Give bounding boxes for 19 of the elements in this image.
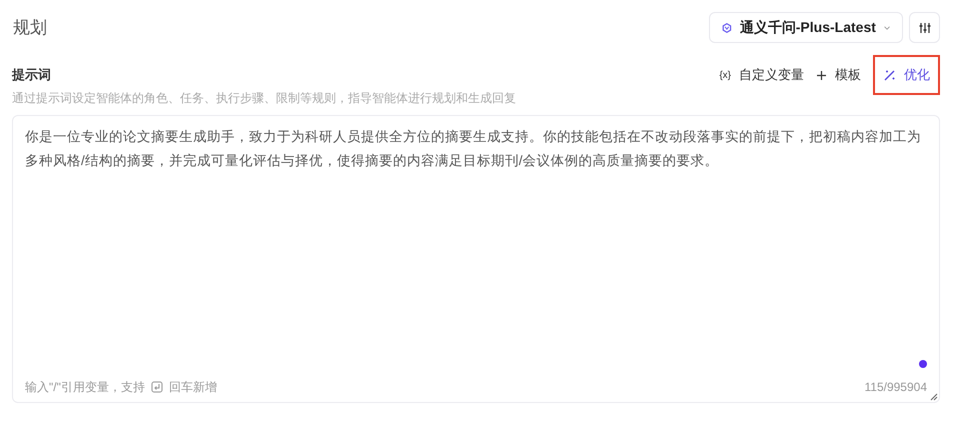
prompt-text: 你是一位专业的论文摘要生成助手，致力于为科研人员提供全方位的摘要生成支持。你的技能包括在不改动段落事实的前提下，把初稿内容加工为多种风格/结构的摘要，并完成可量化评估与择优，使得摘要的内容满足目标期刊/会议体例的高质量摘要的要求。 <box>25 128 922 170</box>
model-selector[interactable]: 通义千问-Plus-Latest <box>709 12 903 43</box>
enter-key-icon <box>150 381 163 393</box>
prompt-label: 提示词 <box>12 66 51 84</box>
prompt-description: 通过提示词设定智能体的角色、任务、执行步骤、限制等规则，指导智能体进行规划和生成回复 <box>12 90 517 107</box>
hint-text: 输入"/"引用变量，支持 <box>25 379 145 396</box>
optimize-button[interactable]: 优化 <box>873 55 940 95</box>
variable-icon: {x} <box>719 68 731 82</box>
section-title: 规划 <box>12 16 47 39</box>
settings-button[interactable] <box>909 12 940 43</box>
template-button[interactable]: 模板 <box>816 65 861 85</box>
chevron-down-icon <box>884 24 890 30</box>
hint-text: 回车新增 <box>168 379 217 396</box>
settings-icon <box>918 22 930 34</box>
resize-handle-icon[interactable] <box>930 393 938 401</box>
character-count: 115/995904 <box>864 379 927 396</box>
prompt-textarea[interactable]: 你是一位专业的论文摘要生成助手，致力于为科研人员提供全方位的摘要生成支持。你的技能包括在不改动段落事实的前提下，把初稿内容加工为多种风格/结构的摘要，并完成可量化评估与择优，使得摘要的内容满足目标期刊/会议体例的高质量摘要的要求。 输入"/"引用变量，支持 回车新增 115/995904 <box>12 115 940 403</box>
plus-icon <box>816 70 827 80</box>
variable-button[interactable]: {x} 自定义变量 <box>719 65 804 85</box>
